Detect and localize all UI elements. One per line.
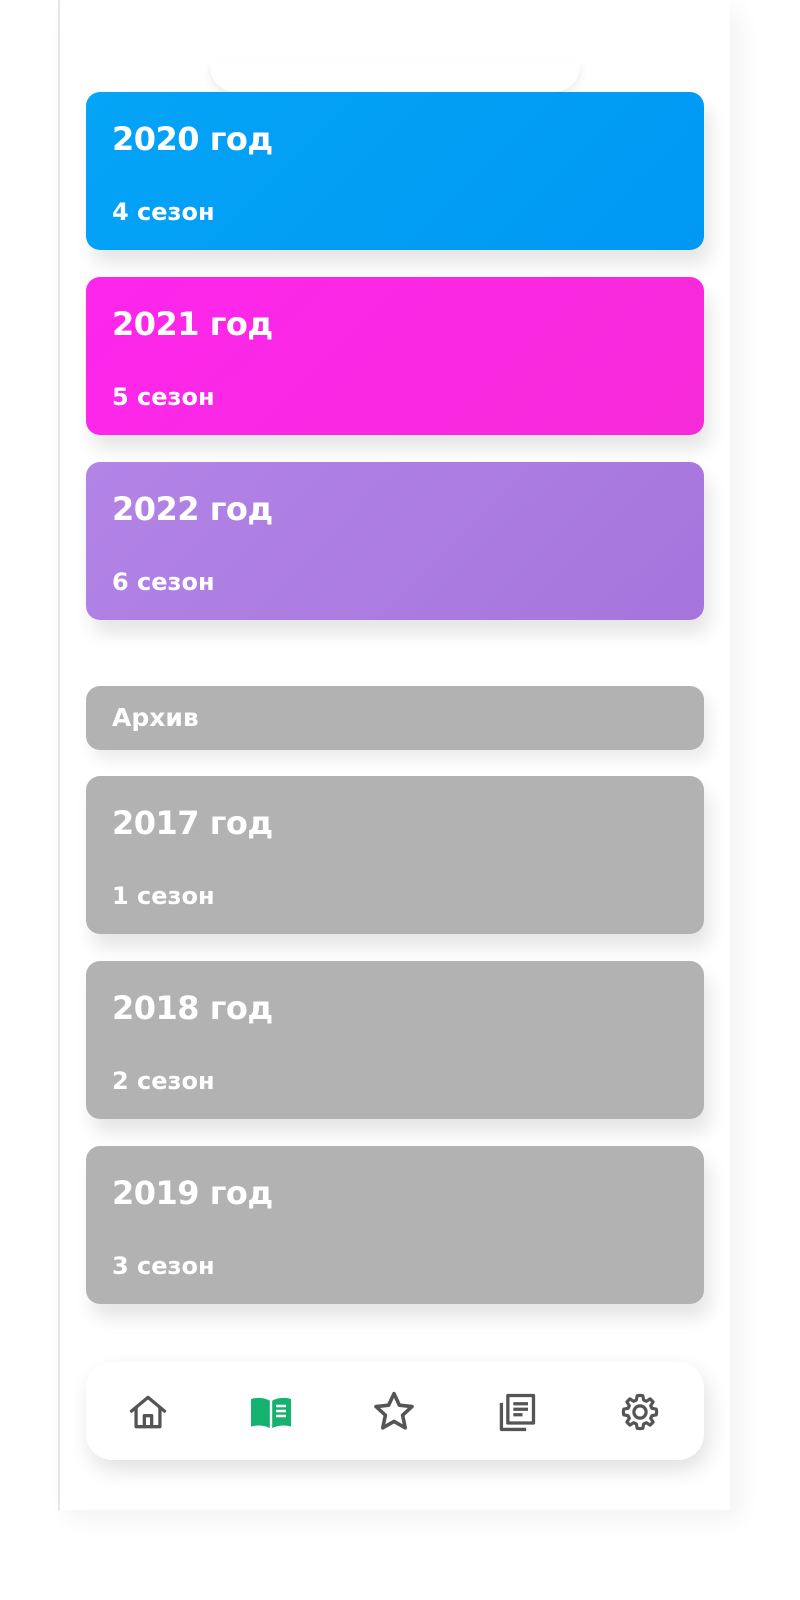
news-icon [499, 1393, 536, 1432]
phone-notch [210, 60, 580, 92]
archive-header-label: Архив [112, 703, 199, 732]
season-card-title: 2020 год [112, 120, 273, 158]
season-card-2017[interactable]: 2017 год 1 сезон [86, 776, 704, 934]
season-card-subtitle: 2 сезон [112, 1067, 215, 1095]
season-card-2020[interactable]: 2020 год 4 сезон [86, 92, 704, 250]
gear-icon [621, 1393, 659, 1431]
home-icon [129, 1395, 167, 1429]
bottom-tab-bar [86, 1362, 704, 1460]
tab-home[interactable] [120, 1384, 176, 1440]
season-card-subtitle: 5 сезон [112, 383, 215, 411]
book-icon [251, 1397, 291, 1428]
season-card-title: 2022 год [112, 490, 273, 528]
tab-news[interactable] [489, 1384, 545, 1440]
season-card-title: 2017 год [112, 804, 273, 842]
archive-header[interactable]: Архив [86, 686, 704, 750]
season-card-subtitle: 6 сезон [112, 568, 215, 596]
star-icon [374, 1391, 414, 1430]
season-card-title: 2019 год [112, 1174, 273, 1212]
tab-favorites[interactable] [366, 1384, 422, 1440]
season-card-subtitle: 1 сезон [112, 882, 215, 910]
season-card-subtitle: 4 сезон [112, 198, 215, 226]
season-card-2018[interactable]: 2018 год 2 сезон [86, 961, 704, 1119]
season-card-2021[interactable]: 2021 год 5 сезон [86, 277, 704, 435]
season-card-title: 2018 год [112, 989, 273, 1027]
season-card-2022[interactable]: 2022 год 6 сезон [86, 462, 704, 620]
tab-settings[interactable] [612, 1384, 668, 1440]
season-card-2019[interactable]: 2019 год 3 сезон [86, 1146, 704, 1304]
season-card-subtitle: 3 сезон [112, 1252, 215, 1280]
tab-book[interactable] [243, 1384, 299, 1440]
season-card-title: 2021 год [112, 305, 273, 343]
